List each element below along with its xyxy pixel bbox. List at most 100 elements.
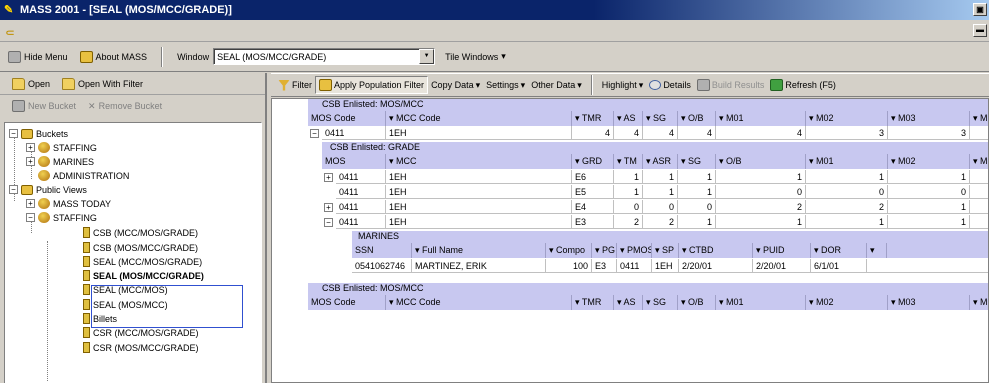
restore-button[interactable]: ▣ <box>973 3 987 16</box>
column-header[interactable]: SSN <box>352 243 412 258</box>
column-header[interactable]: ▾ SG <box>643 295 678 310</box>
cell: 2 <box>806 200 888 213</box>
copy-data-button[interactable]: Copy Data ▾ <box>428 78 483 93</box>
bucket-toolbar: Open Open With Filter <box>0 73 265 95</box>
open-with-filter-button[interactable]: Open With Filter <box>58 76 147 92</box>
collapse-icon[interactable]: − <box>9 185 18 194</box>
column-header[interactable]: ▾ M01 <box>716 295 806 310</box>
app-icon: ✎ <box>4 4 14 16</box>
column-header[interactable]: ▾ CTBD <box>679 243 753 258</box>
table-row[interactable]: 0411 1EH 4 4 4 4 4 3 3 <box>322 126 988 140</box>
table-row[interactable]: 0411 1EH E5 1 1 1 0 0 0 <box>336 185 988 199</box>
expand-icon[interactable]: + <box>324 173 333 182</box>
other-data-button[interactable]: Other Data ▾ <box>528 78 585 93</box>
column-header[interactable]: ▾ AS <box>614 295 643 310</box>
tree-node-mass-today[interactable]: + MASS TODAY <box>26 197 111 210</box>
highlight-button[interactable]: Highlight ▾ <box>599 78 647 93</box>
title-bar: ✎ MASS 2001 - [SEAL (MOS/MCC/GRADE)] ▣ <box>0 0 989 20</box>
refresh-button[interactable]: Refresh (F5) <box>767 77 839 93</box>
column-header[interactable]: ▾ M01 <box>716 111 806 126</box>
collapse-icon[interactable]: − <box>26 213 35 222</box>
tree-node-marines[interactable]: + MARINES <box>26 155 94 168</box>
expand-icon[interactable]: + <box>324 203 333 212</box>
tree-node-public-views[interactable]: − Public Views <box>9 183 87 196</box>
window-combo[interactable]: SEAL (MOS/MCC/GRADE) ▼ <box>213 48 436 65</box>
table-row[interactable]: 0541062746 MARTINEZ, ERIK 100 E3 0411 1E… <box>352 259 988 273</box>
column-header[interactable]: ▾ MCC Code <box>386 111 572 126</box>
column-header[interactable]: ▾ M02 <box>888 154 970 169</box>
column-header[interactable]: ▾ M02 <box>806 111 888 126</box>
column-header[interactable]: ▾ M <box>970 295 988 310</box>
open-button[interactable]: Open <box>8 76 54 92</box>
column-header[interactable]: ▾ O/B <box>678 111 716 126</box>
column-header[interactable]: ▾ TMR <box>572 295 614 310</box>
band3-header: SSN ▾ Full Name ▾ Compo ▾ PG ▾ PMOS ▾ SP… <box>352 243 988 258</box>
view-csb-mcc-mos-grade[interactable]: CSB (MCC/MOS/GRADE) <box>83 226 198 239</box>
column-header[interactable]: ▾ M <box>970 154 988 169</box>
collapse-icon[interactable]: − <box>310 129 319 138</box>
filter-button[interactable]: Filter <box>275 78 315 93</box>
remove-bucket-button[interactable]: ✕ Remove Bucket <box>84 99 166 114</box>
column-header[interactable]: ▾ PUID <box>753 243 811 258</box>
column-header[interactable]: ▾ ASR <box>643 154 678 169</box>
cell: 0411 <box>322 126 386 139</box>
column-header[interactable]: ▾ M01 <box>806 154 888 169</box>
column-header[interactable]: ▾ PMOS <box>617 243 652 258</box>
expand-icon[interactable]: + <box>26 157 35 166</box>
tree-node-administration[interactable]: ADMINISTRATION <box>38 169 129 182</box>
view-csr-mos-mcc-grade[interactable]: CSR (MOS/MCC/GRADE) <box>83 341 199 354</box>
mdi-document-icon[interactable]: ⸦ <box>4 24 16 40</box>
expand-icon[interactable]: + <box>26 143 35 152</box>
column-header[interactable]: ▾ O/B <box>678 295 716 310</box>
collapse-icon[interactable]: − <box>9 129 18 138</box>
settings-button[interactable]: Settings ▾ <box>483 78 528 93</box>
cell: 0 <box>888 185 970 198</box>
hide-menu-button[interactable]: Hide Menu <box>4 49 72 65</box>
column-header[interactable]: ▾ M02 <box>806 295 888 310</box>
apply-population-filter-button[interactable]: Apply Population Filter <box>315 76 429 94</box>
column-header[interactable]: ▾ TMR <box>572 111 614 126</box>
bucket-icon <box>38 212 50 223</box>
details-button[interactable]: Details <box>646 78 694 92</box>
table-row[interactable]: 0411 1EH E4 0 0 0 2 2 1 <box>336 200 988 214</box>
expand-icon[interactable]: + <box>26 199 35 208</box>
column-header[interactable]: ▾ Full Name <box>412 243 546 258</box>
column-header[interactable]: ▾ SP <box>652 243 679 258</box>
column-header[interactable]: ▾ O/B <box>716 154 806 169</box>
column-header[interactable]: MOS Code <box>308 295 386 310</box>
new-bucket-button[interactable]: New Bucket <box>8 98 80 114</box>
tree-node-staffing[interactable]: + STAFFING <box>26 141 97 154</box>
cell: 1 <box>678 170 716 183</box>
view-seal-mcc-mos-grade[interactable]: SEAL (MCC/MOS/GRADE) <box>83 255 202 268</box>
column-header[interactable]: ▾ <box>867 243 887 258</box>
column-header[interactable]: ▾ MCC <box>386 154 572 169</box>
column-header[interactable]: MOS Code <box>308 111 386 126</box>
column-header[interactable]: ▾ SG <box>678 154 716 169</box>
about-mass-button[interactable]: About MASS <box>76 49 152 65</box>
window-dropdown-icon[interactable]: ▼ <box>419 49 435 64</box>
column-header[interactable]: ▾ M <box>970 111 988 126</box>
table-row[interactable]: 0411 1EH E3 2 2 1 1 1 1 <box>336 215 988 229</box>
column-header[interactable]: ▾ M03 <box>888 111 970 126</box>
column-header[interactable]: ▾ PG <box>592 243 617 258</box>
view-csb-mos-mcc-grade[interactable]: CSB (MOS/MCC/GRADE) <box>83 241 198 254</box>
tile-windows-button[interactable]: Tile Windows ▾ <box>441 49 510 64</box>
tree-node-buckets[interactable]: − Buckets <box>9 127 68 140</box>
table-row[interactable]: 0411 1EH E6 1 1 1 1 1 1 <box>336 170 988 184</box>
column-header[interactable]: ▾ TM <box>614 154 643 169</box>
column-header[interactable]: ▾ M03 <box>888 295 970 310</box>
build-results-button[interactable]: Build Results <box>694 77 768 93</box>
column-header[interactable]: ▾ GRD <box>572 154 614 169</box>
view-seal-mos-mcc-grade[interactable]: SEAL (MOS/MCC/GRADE) <box>83 269 204 282</box>
column-header[interactable]: ▾ Compo <box>546 243 592 258</box>
column-header[interactable]: ▾ AS <box>614 111 643 126</box>
column-header[interactable]: ▾ SG <box>643 111 678 126</box>
cell: 1 <box>614 185 643 198</box>
column-header[interactable]: ▾ DOR <box>811 243 867 258</box>
bucket-icon <box>38 170 50 181</box>
mdi-restore-button[interactable]: ▬ <box>973 24 987 37</box>
tree-node-staffing-public[interactable]: − STAFFING <box>26 211 97 224</box>
column-header[interactable]: MOS <box>322 154 386 169</box>
column-header[interactable]: ▾ MCC Code <box>386 295 572 310</box>
collapse-icon[interactable]: − <box>324 218 333 227</box>
